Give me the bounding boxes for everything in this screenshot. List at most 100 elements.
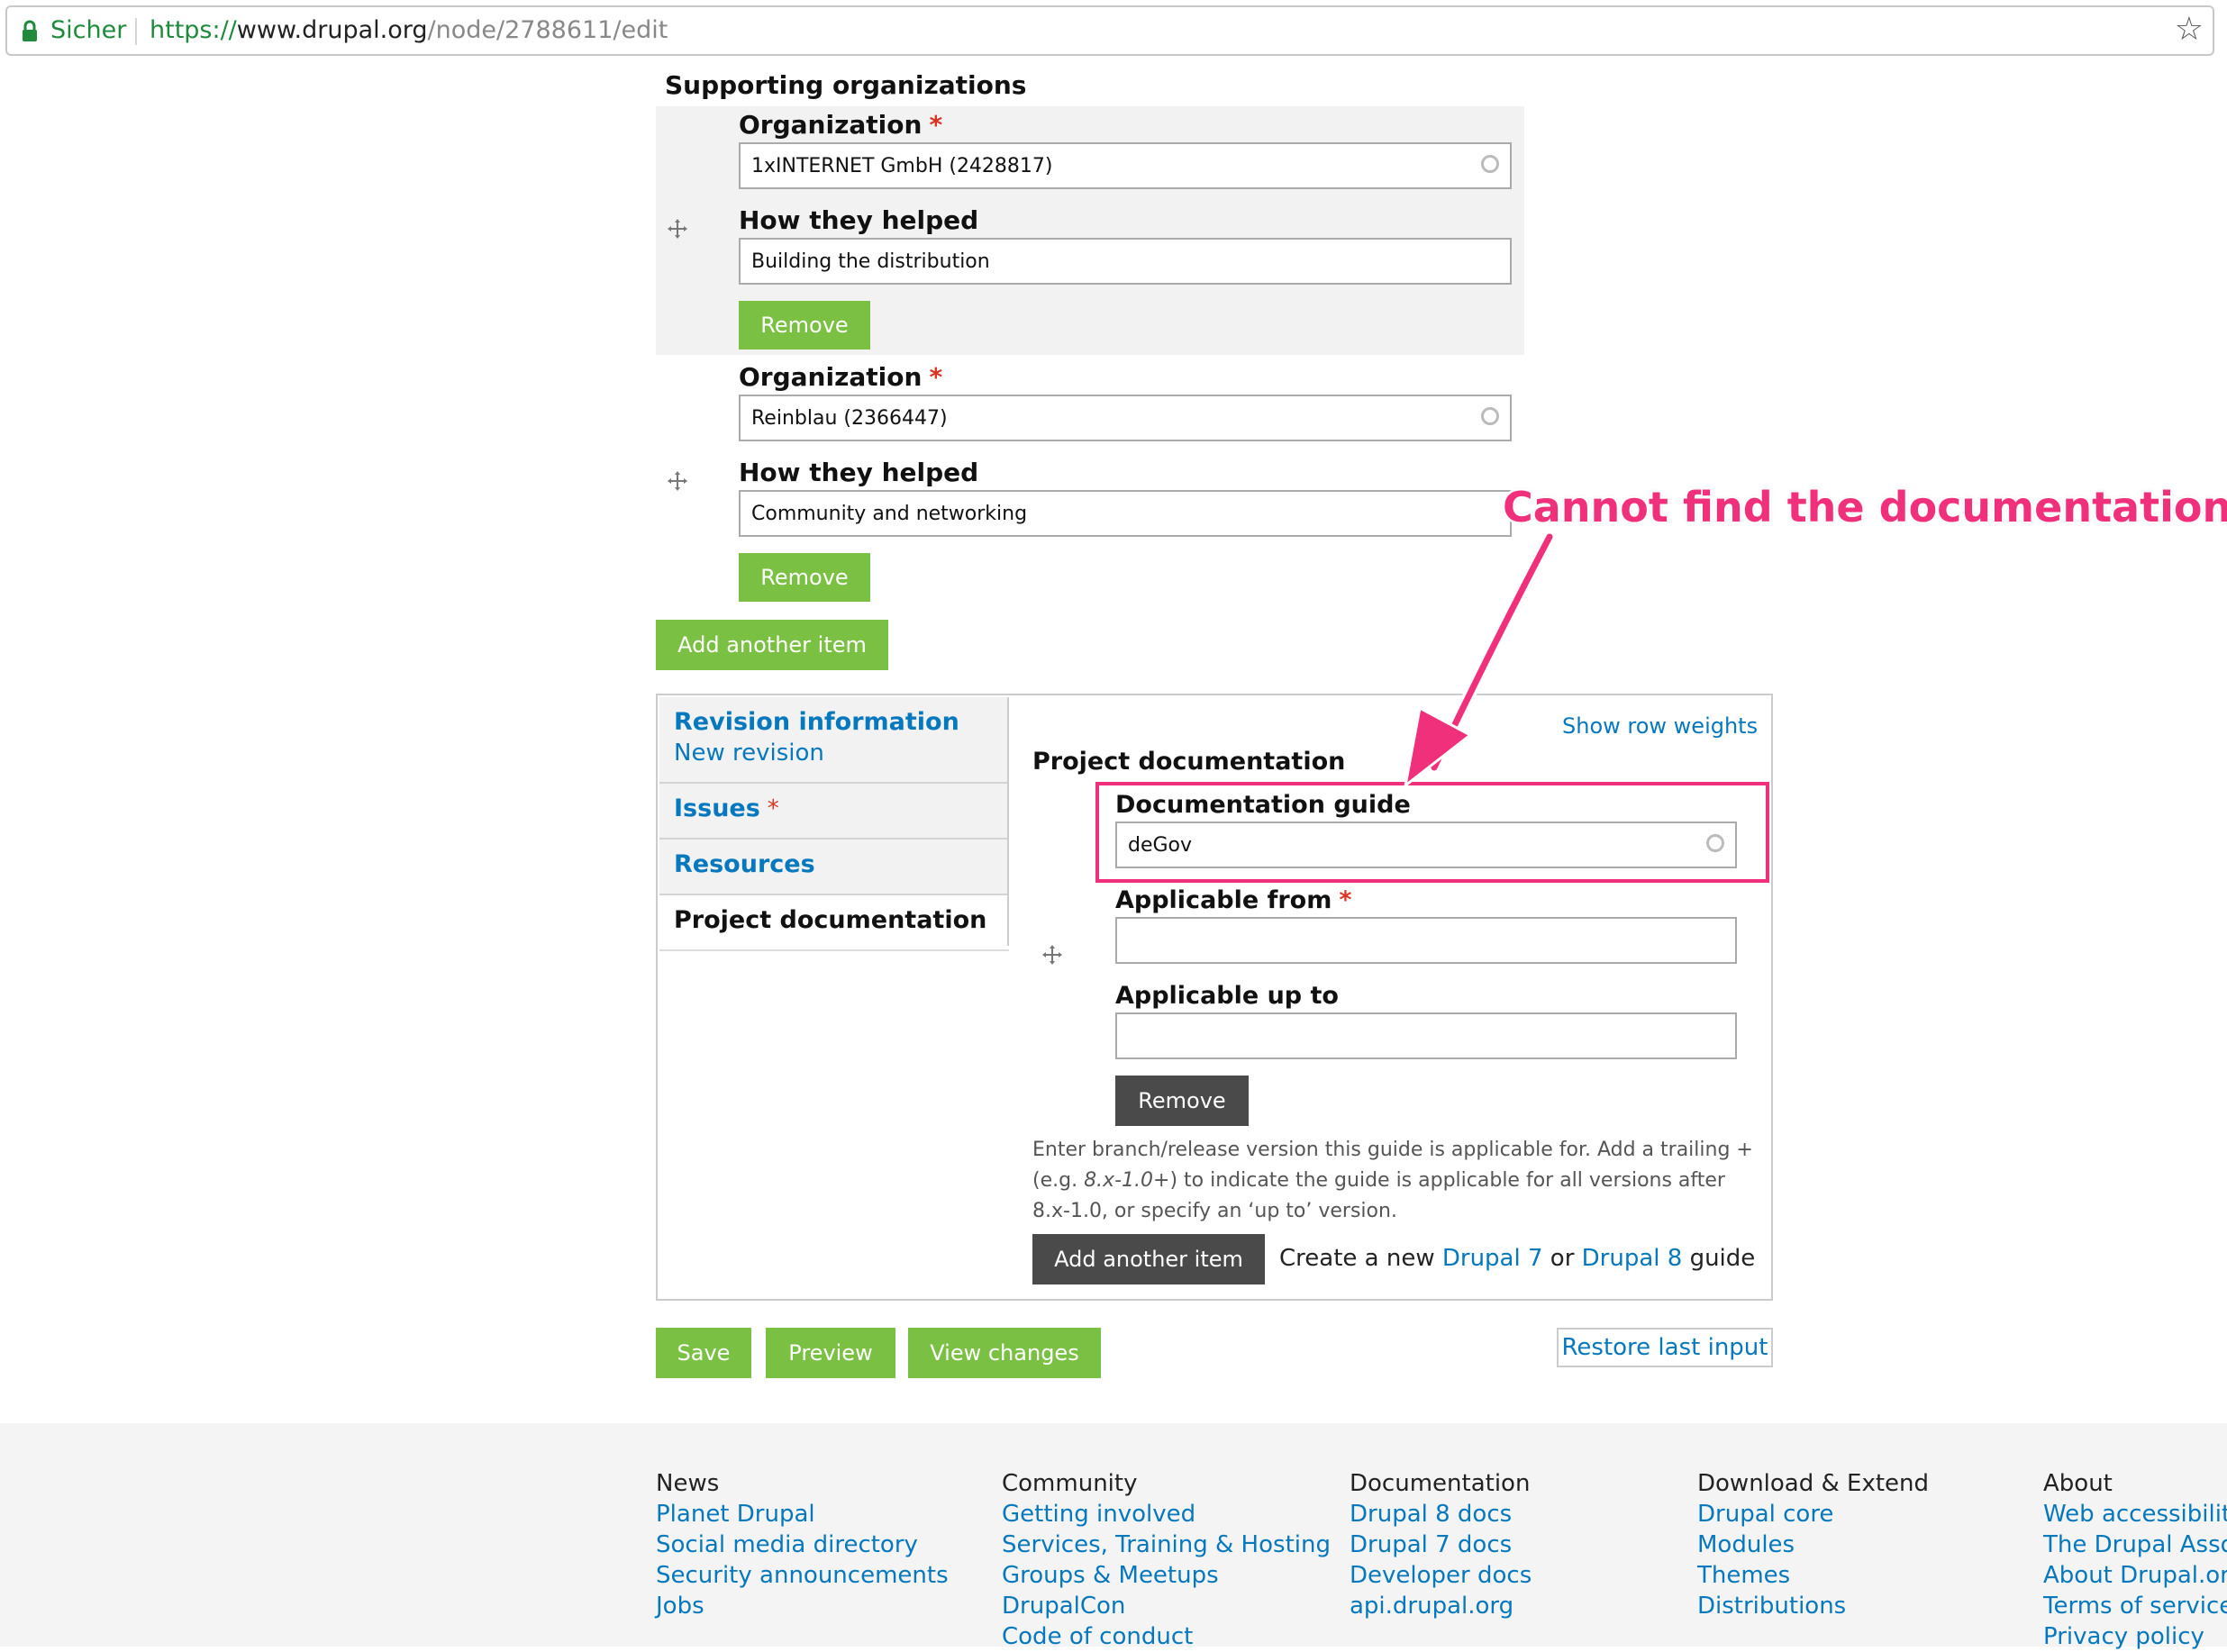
footer-column-about: About Web accessibility The Drupal Assoc…	[2043, 1468, 2227, 1652]
tab-issues[interactable]: Issues *	[659, 784, 1009, 840]
tab-resources[interactable]: Resources	[659, 840, 1009, 895]
url-text[interactable]: https://www.drupal.org/node/2788611/edit	[150, 16, 668, 44]
drag-handle-icon[interactable]	[1041, 944, 1063, 966]
create-or-text: or	[1550, 1245, 1575, 1272]
url-separator	[135, 18, 137, 45]
footer-link[interactable]: Developer docs	[1350, 1560, 1532, 1591]
create-post-text: guide	[1689, 1245, 1756, 1272]
annotation-text: Cannot find the documentation.	[1503, 483, 2227, 531]
footer-link[interactable]: Services, Training & Hosting	[1002, 1529, 1331, 1560]
applicable-from-label-text: Applicable from	[1115, 886, 1332, 914]
url-path: /node/2788611/edit	[427, 16, 668, 44]
documentation-guide-field[interactable]: deGov	[1115, 821, 1737, 868]
lock-icon	[23, 20, 37, 41]
drag-handle-icon[interactable]	[667, 218, 688, 240]
remove-button-1[interactable]: Remove	[739, 301, 870, 349]
help-line-3: 8.x-1.0, or specify an ‘up to’ version.	[1032, 1200, 1397, 1222]
footer-column-news: News Planet Drupal Social media director…	[656, 1468, 949, 1621]
url-host: www.drupal.org	[236, 16, 428, 44]
annotation-arrow-icon	[1403, 531, 1556, 789]
tab-revision-information[interactable]: Revision information New revision	[659, 697, 1009, 784]
footer-link[interactable]: Drupal 8 docs	[1350, 1499, 1532, 1529]
tab-divider	[1007, 697, 1009, 946]
organization-label-text: Organization	[739, 362, 923, 392]
drag-handle-icon[interactable]	[667, 470, 688, 492]
footer-link[interactable]: Terms of service	[2043, 1591, 2227, 1621]
organization-field-1[interactable]: 1xINTERNET GmbH (2428817)	[739, 142, 1512, 189]
footer-link[interactable]: api.drupal.org	[1350, 1591, 1532, 1621]
footer-link[interactable]: Drupal 7 docs	[1350, 1529, 1532, 1560]
tab-title: Project documentation	[674, 906, 987, 934]
organization-label-1: Organization *	[739, 110, 942, 140]
project-documentation-heading: Project documentation	[1032, 748, 1346, 776]
required-asterisk: *	[767, 795, 779, 822]
footer-link[interactable]: The Drupal Assoc	[2043, 1529, 2227, 1560]
footer-link[interactable]: Social media directory	[656, 1529, 949, 1560]
documentation-guide-value: deGov	[1128, 833, 1193, 857]
applicable-from-label: Applicable from *	[1115, 886, 1351, 914]
organization-value-1: 1xINTERNET GmbH (2428817)	[751, 154, 1053, 177]
how-helped-label-1: How they helped	[739, 205, 979, 235]
footer-link[interactable]: Getting involved	[1002, 1499, 1331, 1529]
footer-heading: About	[2043, 1470, 2113, 1497]
required-asterisk: *	[929, 362, 943, 392]
add-another-organization-button[interactable]: Add another item	[656, 620, 888, 670]
remove-guide-button[interactable]: Remove	[1115, 1076, 1249, 1126]
preview-button[interactable]: Preview	[766, 1328, 895, 1378]
footer-link[interactable]: Security announcements	[656, 1560, 949, 1591]
documentation-guide-label: Documentation guide	[1115, 791, 1411, 819]
footer-link[interactable]: Privacy policy	[2043, 1621, 2227, 1652]
autocomplete-icon	[1481, 407, 1499, 425]
tab-title: Resources	[674, 850, 815, 878]
footer-heading: Community	[1002, 1470, 1138, 1497]
organization-field-2[interactable]: Reinblau (2366447)	[739, 395, 1512, 441]
add-another-guide-button[interactable]: Add another item	[1032, 1234, 1265, 1284]
footer-link[interactable]: Jobs	[656, 1591, 949, 1621]
footer-column-community: Community Getting involved Services, Tra…	[1002, 1468, 1331, 1652]
save-button[interactable]: Save	[656, 1328, 751, 1378]
footer-link[interactable]: Distributions	[1697, 1591, 1929, 1621]
footer-link[interactable]: DrupalCon	[1002, 1591, 1331, 1621]
guide-help-text: Enter branch/release version this guide …	[1032, 1135, 1753, 1227]
address-bar[interactable]: Sicher https://www.drupal.org/node/27886…	[5, 5, 2214, 56]
required-asterisk: *	[1339, 886, 1352, 914]
how-helped-value-1: Building the distribution	[751, 250, 990, 273]
footer-link[interactable]: Code of conduct	[1002, 1621, 1331, 1652]
url-scheme: https://	[150, 16, 237, 44]
organization-label-2: Organization *	[739, 362, 942, 392]
footer-link[interactable]: Themes	[1697, 1560, 1929, 1591]
footer-link[interactable]: Modules	[1697, 1529, 1929, 1560]
footer-link[interactable]: Drupal core	[1697, 1499, 1929, 1529]
create-drupal8-guide-link[interactable]: Drupal 8	[1582, 1245, 1683, 1272]
applicable-up-to-label: Applicable up to	[1115, 982, 1339, 1010]
secure-label: Sicher	[50, 16, 127, 44]
restore-last-input-button[interactable]: Restore last input	[1557, 1328, 1773, 1367]
how-helped-field-1[interactable]: Building the distribution	[739, 238, 1512, 285]
bookmark-star-icon[interactable]: ☆	[2175, 11, 2204, 48]
how-helped-field-2[interactable]: Community and networking	[739, 490, 1512, 537]
help-line-1: Enter branch/release version this guide …	[1032, 1139, 1753, 1161]
supporting-organizations-heading: Supporting organizations	[665, 70, 1027, 100]
create-pre-text: Create a new	[1279, 1245, 1435, 1272]
tab-summary: New revision	[674, 740, 824, 767]
site-footer: News Planet Drupal Social media director…	[0, 1423, 2227, 1650]
applicable-from-field[interactable]	[1115, 917, 1737, 964]
footer-link[interactable]: Groups & Meetups	[1002, 1560, 1331, 1591]
footer-link[interactable]: Web accessibility	[2043, 1499, 2227, 1529]
tab-title: Revision information	[674, 708, 959, 736]
autocomplete-icon	[1481, 155, 1499, 173]
help-line-2-example: 8.x-1.0+	[1084, 1169, 1170, 1192]
remove-button-2[interactable]: Remove	[739, 553, 870, 602]
show-row-weights-link[interactable]: Show row weights	[1562, 713, 1758, 739]
footer-link[interactable]: Planet Drupal	[656, 1499, 949, 1529]
tab-title: Issues	[674, 794, 760, 822]
required-asterisk: *	[929, 110, 943, 140]
organization-value-2: Reinblau (2366447)	[751, 406, 948, 430]
footer-heading: Download & Extend	[1697, 1470, 1930, 1497]
create-drupal7-guide-link[interactable]: Drupal 7	[1442, 1245, 1543, 1272]
tab-project-documentation[interactable]: Project documentation	[659, 895, 1009, 951]
footer-link[interactable]: About Drupal.org	[2043, 1560, 2227, 1591]
help-line-2-post: ) to indicate the guide is applicable fo…	[1169, 1169, 1725, 1192]
view-changes-button[interactable]: View changes	[908, 1328, 1101, 1378]
applicable-up-to-field[interactable]	[1115, 1012, 1737, 1059]
